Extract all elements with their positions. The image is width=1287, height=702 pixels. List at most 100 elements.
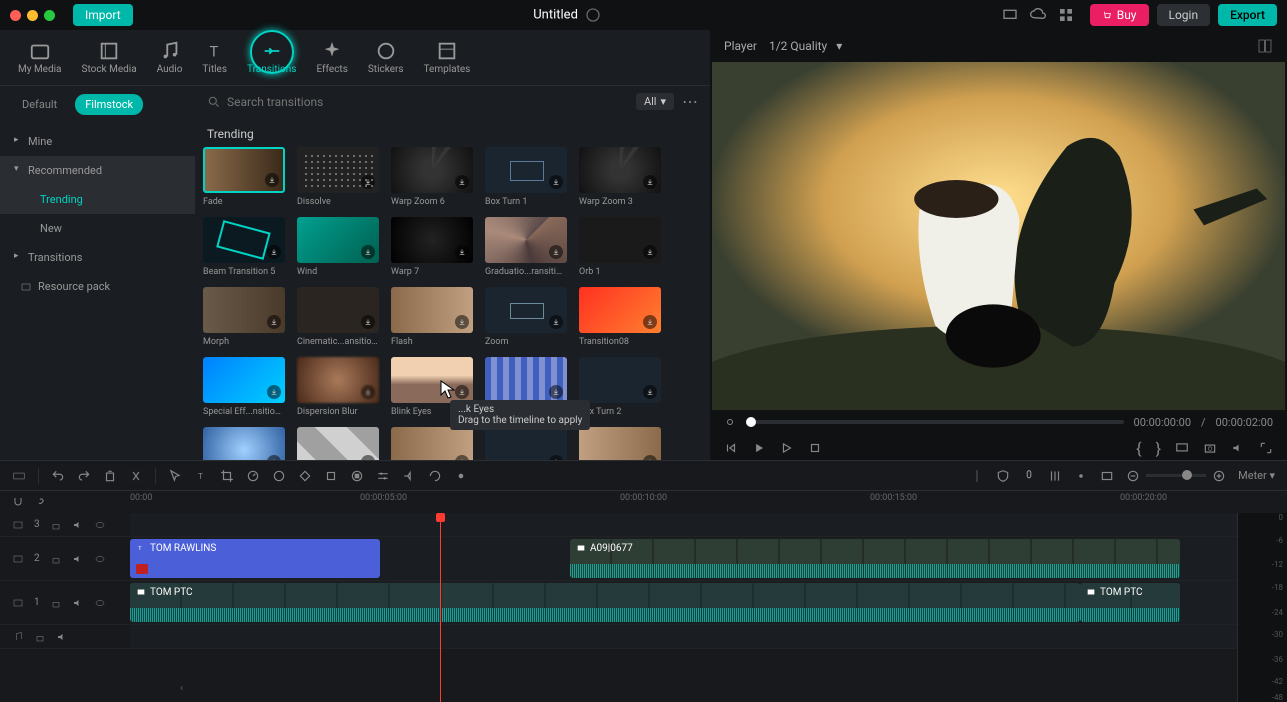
download-icon[interactable]: [361, 315, 375, 329]
transition-thumbnail[interactable]: [203, 357, 285, 403]
shield-icon[interactable]: [996, 469, 1010, 483]
delete-icon[interactable]: [103, 469, 117, 483]
transition-thumbnail[interactable]: [391, 287, 473, 333]
transition-thumbnail[interactable]: [297, 427, 379, 460]
transition-thumbnail[interactable]: [297, 287, 379, 333]
color-icon[interactable]: [272, 469, 286, 483]
text-tool-icon[interactable]: T: [194, 469, 208, 483]
import-button[interactable]: Import: [73, 4, 133, 26]
keyboard-icon[interactable]: [12, 469, 26, 483]
eye-icon[interactable]: [94, 553, 106, 565]
download-icon[interactable]: [455, 385, 469, 399]
playhead[interactable]: [440, 513, 441, 702]
download-icon[interactable]: [455, 175, 469, 189]
split-icon[interactable]: [129, 469, 143, 483]
fullscreen-icon[interactable]: [1259, 441, 1273, 455]
transition-card[interactable]: Cinematic...ansition 07: [297, 287, 379, 347]
clip-video-ptc2[interactable]: TOM PTC: [1080, 583, 1180, 622]
transition-card[interactable]: Box Turn 1: [485, 147, 567, 207]
lock-icon[interactable]: [50, 553, 62, 565]
magnet-icon[interactable]: [12, 496, 24, 508]
snapshot-icon[interactable]: [1203, 441, 1217, 455]
transition-thumbnail[interactable]: [485, 287, 567, 333]
stop-icon[interactable]: [808, 441, 822, 455]
tab-stock-media[interactable]: Stock Media: [72, 34, 147, 81]
tab-my-media[interactable]: My Media: [8, 34, 72, 81]
monitor-icon[interactable]: [1002, 7, 1018, 23]
quality-dropdown[interactable]: 1/2 Quality ▾: [769, 39, 842, 53]
search-box[interactable]: [207, 95, 628, 109]
transition-thumbnail[interactable]: [297, 357, 379, 403]
sidebar-item-recommended[interactable]: Recommended: [0, 156, 195, 185]
zoom-slider[interactable]: [1146, 474, 1206, 477]
download-icon[interactable]: [455, 245, 469, 259]
transition-thumbnail[interactable]: [203, 147, 285, 193]
transition-thumbnail[interactable]: [391, 217, 473, 263]
download-icon[interactable]: [455, 315, 469, 329]
download-icon[interactable]: [643, 385, 657, 399]
sidebar-item-mine[interactable]: Mine: [0, 127, 195, 156]
transition-card[interactable]: [297, 427, 379, 460]
transition-thumbnail[interactable]: [485, 357, 567, 403]
mute-icon[interactable]: [72, 519, 84, 531]
compare-icon[interactable]: [1257, 38, 1273, 54]
track-content[interactable]: [130, 513, 1287, 536]
sidebar-item-trending[interactable]: Trending: [0, 185, 195, 214]
mute-icon[interactable]: [72, 597, 84, 609]
filter-dropdown[interactable]: All ▾: [636, 93, 674, 110]
transition-card[interactable]: Box Turn 2: [579, 357, 661, 417]
window-controls[interactable]: [10, 10, 55, 21]
transition-card[interactable]: [485, 427, 567, 460]
transition-thumbnail[interactable]: [485, 217, 567, 263]
download-icon[interactable]: [265, 173, 279, 187]
transition-thumbnail[interactable]: [203, 287, 285, 333]
zoom-out-icon[interactable]: [1126, 469, 1140, 483]
export-button[interactable]: Export: [1218, 4, 1277, 26]
transition-thumbnail[interactable]: [579, 217, 661, 263]
transition-thumbnail[interactable]: [297, 217, 379, 263]
download-icon[interactable]: [267, 315, 281, 329]
transition-thumbnail[interactable]: [579, 147, 661, 193]
transition-card[interactable]: Orb 1: [579, 217, 661, 277]
transition-thumbnail[interactable]: [579, 287, 661, 333]
sidebar-item-new[interactable]: New: [0, 214, 195, 243]
mask-icon[interactable]: [350, 469, 364, 483]
transition-thumbnail[interactable]: [579, 427, 661, 460]
transition-thumbnail[interactable]: [203, 217, 285, 263]
lock-icon[interactable]: [50, 519, 62, 531]
tab-titles[interactable]: T Titles: [192, 34, 237, 81]
transition-card[interactable]: Dissolve: [297, 147, 379, 207]
search-input[interactable]: [227, 95, 628, 109]
pointer-icon[interactable]: [168, 469, 182, 483]
timeline-ruler[interactable]: 00:00 00:00:05:00 00:00:10:00 00:00:15:0…: [130, 491, 1287, 513]
undo-icon[interactable]: [51, 469, 65, 483]
transition-thumbnail[interactable]: [485, 427, 567, 460]
transition-thumbnail[interactable]: [203, 427, 285, 460]
download-icon[interactable]: [549, 385, 563, 399]
play-icon[interactable]: [752, 441, 766, 455]
transition-card[interactable]: Warp 7: [391, 217, 473, 277]
crop-icon[interactable]: [220, 469, 234, 483]
transition-card[interactable]: Morph: [203, 287, 285, 347]
login-button[interactable]: Login: [1157, 4, 1211, 26]
buy-button[interactable]: Buy: [1090, 4, 1149, 26]
download-icon[interactable]: [267, 385, 281, 399]
redo-icon[interactable]: [77, 469, 91, 483]
volume-icon[interactable]: [1231, 441, 1245, 455]
link-icon[interactable]: [34, 496, 46, 508]
prev-frame-icon[interactable]: [724, 441, 738, 455]
download-icon[interactable]: [549, 315, 563, 329]
speed-icon[interactable]: [246, 469, 260, 483]
transition-card[interactable]: [579, 427, 661, 460]
download-icon[interactable]: [549, 455, 563, 460]
maximize-window[interactable]: [44, 10, 55, 21]
transition-thumbnail[interactable]: [391, 147, 473, 193]
refresh-icon[interactable]: [428, 469, 442, 483]
eye-icon[interactable]: [94, 519, 106, 531]
keyframe-icon[interactable]: [298, 469, 312, 483]
download-icon[interactable]: [549, 245, 563, 259]
preview-viewport[interactable]: [712, 62, 1285, 410]
transition-card[interactable]: [391, 427, 473, 460]
tracking-icon[interactable]: [324, 469, 338, 483]
mark-out-icon[interactable]: }: [1156, 439, 1161, 458]
